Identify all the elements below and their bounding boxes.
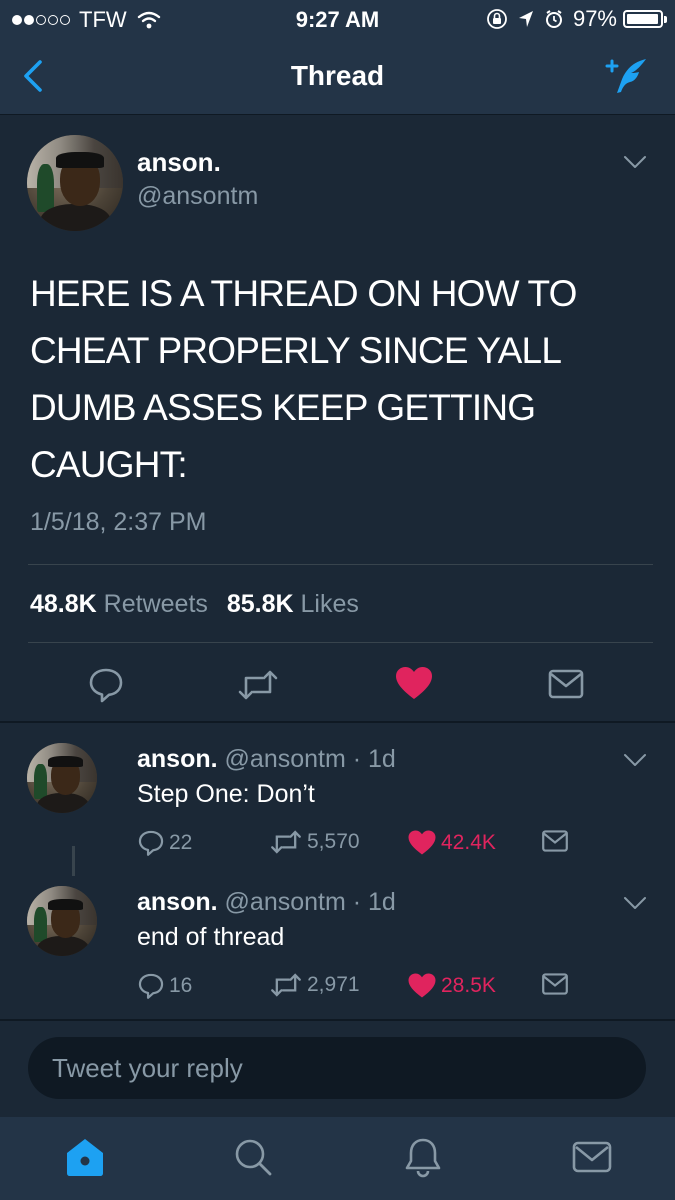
author-handle[interactable]: @ansontm [137, 182, 258, 211]
envelope-icon [542, 830, 568, 852]
compose-tweet-icon [605, 59, 646, 93]
page-title: Thread [290, 60, 385, 91]
retweet-icon [238, 670, 278, 700]
heart-icon [396, 667, 432, 699]
chevron-down-icon [624, 754, 646, 766]
tweet-stats: 48.8K Retweets 85.8K Likes [30, 590, 359, 619]
retweets-label[interactable]: Retweets [104, 590, 208, 618]
tweet-options-button[interactable] [623, 896, 647, 910]
chevron-down-icon [624, 897, 646, 909]
author-handle[interactable]: @ansontm [225, 745, 346, 773]
author-handle[interactable]: @ansontm [225, 888, 346, 916]
reply-icon [138, 973, 164, 999]
like-count: 42.4K [441, 830, 496, 854]
alarm-icon [545, 10, 562, 28]
reply-button[interactable]: 22 [137, 829, 192, 857]
status-bar: TFW 9:27 AM 97% [0, 0, 675, 38]
heart-icon [408, 830, 436, 855]
retweet-icon [271, 973, 301, 997]
retweets-count[interactable]: 48.8K [30, 590, 97, 618]
reply-header: anson. @ansontm · 1d [137, 745, 396, 774]
retweet-button[interactable] [237, 668, 279, 702]
author-name[interactable]: anson. [137, 147, 221, 178]
reply-count: 16 [169, 974, 193, 997]
search-icon [235, 1139, 272, 1176]
chevron-down-icon [624, 156, 646, 168]
reply-icon [89, 668, 123, 703]
notifications-icon [405, 1138, 441, 1178]
direct-message-button[interactable] [541, 829, 573, 853]
direct-message-button[interactable] [547, 668, 585, 700]
retweet-icon [271, 830, 301, 854]
status-right: 97% [486, 6, 667, 32]
reply-button[interactable]: 16 [137, 972, 192, 1000]
like-count: 28.5K [441, 973, 496, 997]
tab-notifications[interactable] [401, 1135, 445, 1179]
envelope-icon [548, 669, 584, 699]
tab-messages[interactable] [570, 1135, 614, 1179]
reply-count: 22 [169, 831, 193, 854]
tweet-actions: 16 2,971 28.5K [137, 972, 577, 1002]
battery-icon [623, 10, 667, 28]
retweet-count: 5,570 [307, 830, 360, 853]
like-button[interactable]: 28.5K [407, 972, 496, 999]
tweet-timestamp: 1/5/18, 2:37 PM [30, 508, 207, 536]
reply-header: anson. @ansontm · 1d [137, 888, 396, 917]
tweet-text: end of thread [137, 923, 285, 951]
tab-home[interactable] [63, 1135, 107, 1179]
heart-icon [408, 973, 436, 998]
likes-count[interactable]: 85.8K [227, 590, 294, 618]
battery-percentage: 97% [572, 6, 617, 31]
avatar[interactable] [27, 886, 97, 956]
author-name[interactable]: anson. [137, 888, 218, 916]
like-button[interactable]: 42.4K [407, 829, 496, 856]
reply-button[interactable] [87, 666, 125, 704]
reply-input[interactable]: Tweet your reply [28, 1037, 646, 1099]
divider [28, 564, 653, 565]
tweet-options-button[interactable] [623, 753, 647, 767]
author-name[interactable]: anson. [137, 745, 218, 773]
tweet-age: · 1d [352, 888, 396, 916]
reply-icon [138, 830, 164, 856]
tweet-text: Step One: Don’t [137, 780, 315, 808]
retweet-count: 2,971 [307, 973, 360, 996]
navigation-bar: Thread [0, 38, 675, 114]
reply-composer: Tweet your reply [0, 1019, 675, 1117]
orientation-lock-icon [487, 9, 507, 29]
direct-message-button[interactable] [541, 972, 573, 996]
location-icon [518, 11, 533, 27]
tweet-text: HERE IS A THREAD ON HOW TO CHEAT PROPERL… [30, 273, 577, 485]
avatar[interactable] [27, 743, 97, 813]
messages-icon [572, 1141, 612, 1173]
tweet-age: · 1d [352, 745, 396, 773]
list-item[interactable]: anson. @ansontm · 1d end of thread 16 2,… [0, 866, 675, 1016]
like-button[interactable] [394, 665, 434, 701]
divider [28, 642, 653, 643]
retweet-button[interactable]: 2,971 [269, 972, 360, 998]
likes-label[interactable]: Likes [301, 590, 359, 618]
avatar[interactable] [27, 135, 123, 231]
tweet-actions: 22 5,570 42.4K [137, 829, 577, 859]
retweet-button[interactable]: 5,570 [269, 829, 360, 855]
compose-tweet-button[interactable] [603, 56, 649, 96]
home-icon [67, 1139, 103, 1176]
envelope-icon [542, 973, 568, 995]
main-tweet: anson. @ansontm HERE IS A THREAD ON HOW … [0, 115, 675, 721]
tweet-options-button[interactable] [623, 155, 647, 169]
tab-bar [0, 1117, 675, 1200]
list-item[interactable]: anson. @ansontm · 1d Step One: Don’t 22 … [0, 723, 675, 873]
tab-search[interactable] [231, 1135, 275, 1179]
